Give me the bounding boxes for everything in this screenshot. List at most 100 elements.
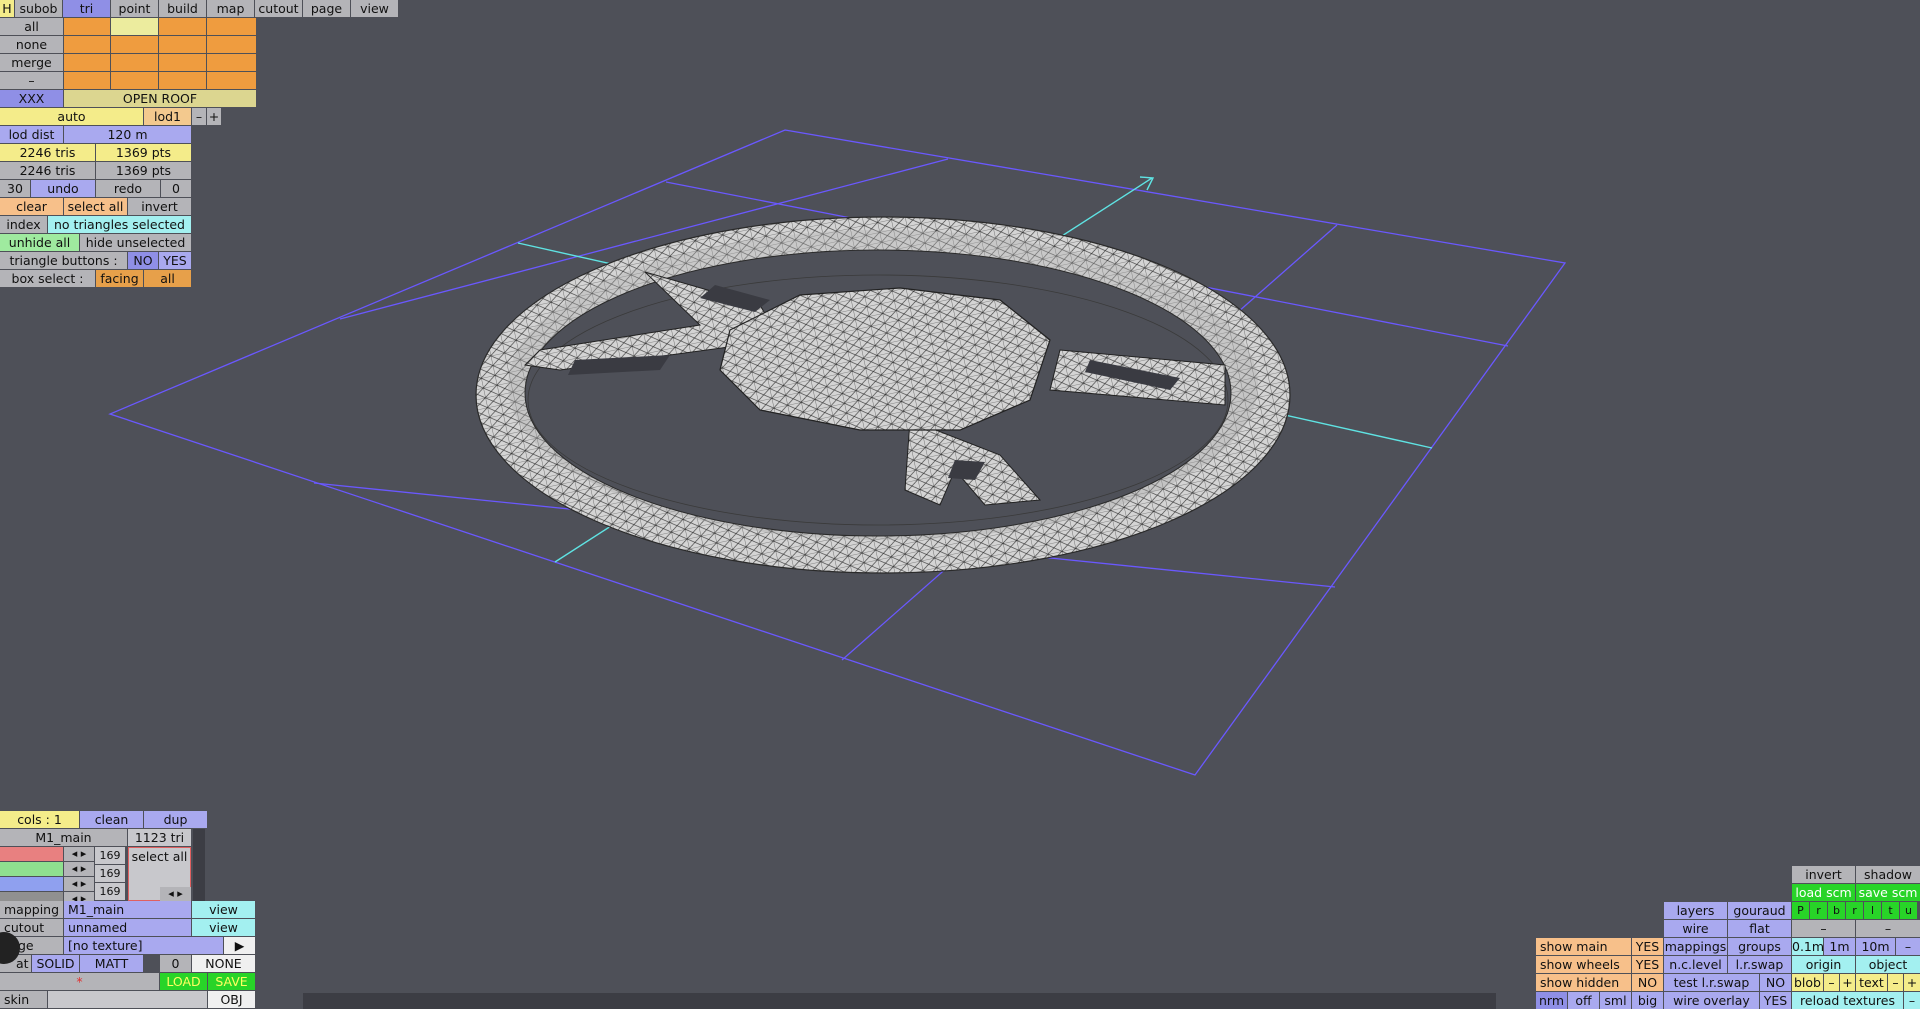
reload-minus-button[interactable]: – [1904,992,1920,1009]
layer-toggle[interactable]: l [1864,902,1881,919]
triangle-buttons-no[interactable]: NO [128,252,158,269]
select-all-button[interactable]: select all [64,198,127,215]
invert-button[interactable]: invert [1792,866,1855,883]
load-scm-button[interactable]: load scm [1792,884,1855,901]
off-button[interactable]: off [1568,992,1599,1009]
text-plus-button[interactable]: + [1904,974,1920,991]
origin-button[interactable]: origin [1792,956,1855,973]
box-select-facing[interactable]: facing [96,270,143,287]
text-minus-button[interactable]: – [1888,974,1903,991]
grid-cell[interactable] [64,72,110,89]
grid-01m-button[interactable]: 0.1m [1792,938,1823,955]
material-name[interactable]: M1_main [0,829,127,846]
merge-row-button[interactable]: merge [0,54,63,71]
tab-map[interactable]: map [207,0,254,17]
tab-cutout[interactable]: cutout [255,0,302,17]
mapping-view-button[interactable]: view [192,901,255,918]
tab-point[interactable]: point [111,0,158,17]
save-button[interactable]: SAVE [208,973,255,990]
mode-h-button[interactable]: H [0,0,14,17]
box-select-all[interactable]: all [144,270,191,287]
flat-button[interactable]: flat [1728,920,1791,937]
tab-subob[interactable]: subob [15,0,62,17]
dash-button[interactable]: – [1856,920,1920,937]
matt-button[interactable]: MATT [80,955,143,972]
triangle-buttons-yes[interactable]: YES [159,252,191,269]
lr-swap-button[interactable]: l.r.swap [1728,956,1791,973]
grid-cell[interactable] [207,36,256,53]
layer-toggle[interactable]: P [1792,902,1809,919]
grid-cell[interactable] [159,18,206,35]
tab-build[interactable]: build [159,0,206,17]
grid-cell[interactable] [64,54,110,71]
sml-button[interactable]: sml [1600,992,1631,1009]
layer-toggle[interactable]: b [1828,902,1845,919]
mapping-value[interactable]: M1_main [64,901,191,918]
3d-viewport[interactable] [0,0,1920,1009]
grid-1m-button[interactable]: 1m [1824,938,1855,955]
show-wheels-toggle[interactable]: YES [1632,956,1663,973]
obj-button[interactable]: OBJ [208,991,255,1008]
wire-overlay-toggle[interactable]: YES [1760,992,1791,1009]
cutout-view-button[interactable]: view [192,919,255,936]
layer-toggle[interactable]: r [1846,902,1863,919]
horizontal-scrollbar[interactable] [303,993,1496,1009]
lod-plus-button[interactable]: + [207,108,221,125]
index-button[interactable]: index [0,216,47,233]
none-value[interactable]: NONE [192,955,255,972]
layer-toggle[interactable]: u [1900,902,1917,919]
dup-button[interactable]: dup [144,811,207,828]
cols-label[interactable]: cols : 1 [0,811,79,828]
grid-10m-button[interactable]: 10m [1856,938,1895,955]
zero-value[interactable]: 0 [160,955,191,972]
grid-cell[interactable] [207,54,256,71]
hide-unselected-button[interactable]: hide unselected [80,234,191,251]
texture-play-icon[interactable]: ▶ [224,937,255,954]
grid-cell[interactable] [64,18,110,35]
shadow-button[interactable]: shadow [1856,866,1920,883]
blob-plus-button[interactable]: + [1840,974,1855,991]
grid-cell[interactable] [207,18,256,35]
red-arrows[interactable]: ◂ ▸ [64,847,94,861]
grid-cell[interactable] [64,36,110,53]
auto-button[interactable]: auto [0,108,143,125]
none-row-button[interactable]: none [0,36,63,53]
nc-level-button[interactable]: n.c.level [1664,956,1727,973]
lod-select[interactable]: lod1 [144,108,191,125]
palette-arrows[interactable]: ◂ ▸ [160,887,191,901]
invert-button[interactable]: invert [128,198,191,215]
object-button[interactable]: object [1856,956,1920,973]
grid-cell[interactable] [111,36,158,53]
blob-button[interactable]: blob [1792,974,1823,991]
dash-row-button[interactable]: – [0,72,63,89]
unhide-all-button[interactable]: unhide all [0,234,79,251]
cutout-value[interactable]: unnamed [64,919,191,936]
groups-button[interactable]: groups [1728,938,1791,955]
gouraud-button[interactable]: gouraud [1728,902,1791,919]
clean-button[interactable]: clean [80,811,143,828]
tab-view[interactable]: view [351,0,398,17]
nrm-button[interactable]: nrm [1536,992,1567,1009]
select-all-row-button[interactable]: all [0,18,63,35]
layer-toggle[interactable]: t [1882,902,1899,919]
lod-dist-value[interactable]: 120 m [64,126,191,143]
save-scm-button[interactable]: save scm [1856,884,1920,901]
reload-textures-button[interactable]: reload textures [1792,992,1903,1009]
big-button[interactable]: big [1632,992,1663,1009]
grid-cell[interactable] [111,72,158,89]
show-main-toggle[interactable]: YES [1632,938,1663,955]
dash-button[interactable]: – [1792,920,1855,937]
grid-cell[interactable] [111,54,158,71]
grid-cell[interactable] [159,36,206,53]
texture-value[interactable]: [no texture] [64,937,223,954]
blob-minus-button[interactable]: – [1824,974,1839,991]
grid-cell[interactable] [159,54,206,71]
skin-field[interactable] [48,991,207,1008]
tab-page[interactable]: page [303,0,350,17]
blue-arrows[interactable]: ◂ ▸ [64,877,94,891]
solid-button[interactable]: SOLID [32,955,79,972]
redo-button[interactable]: redo [96,180,160,197]
test-lr-swap-toggle[interactable]: NO [1760,974,1791,991]
green-arrows[interactable]: ◂ ▸ [64,862,94,876]
open-roof-button[interactable]: OPEN ROOF [64,90,256,107]
